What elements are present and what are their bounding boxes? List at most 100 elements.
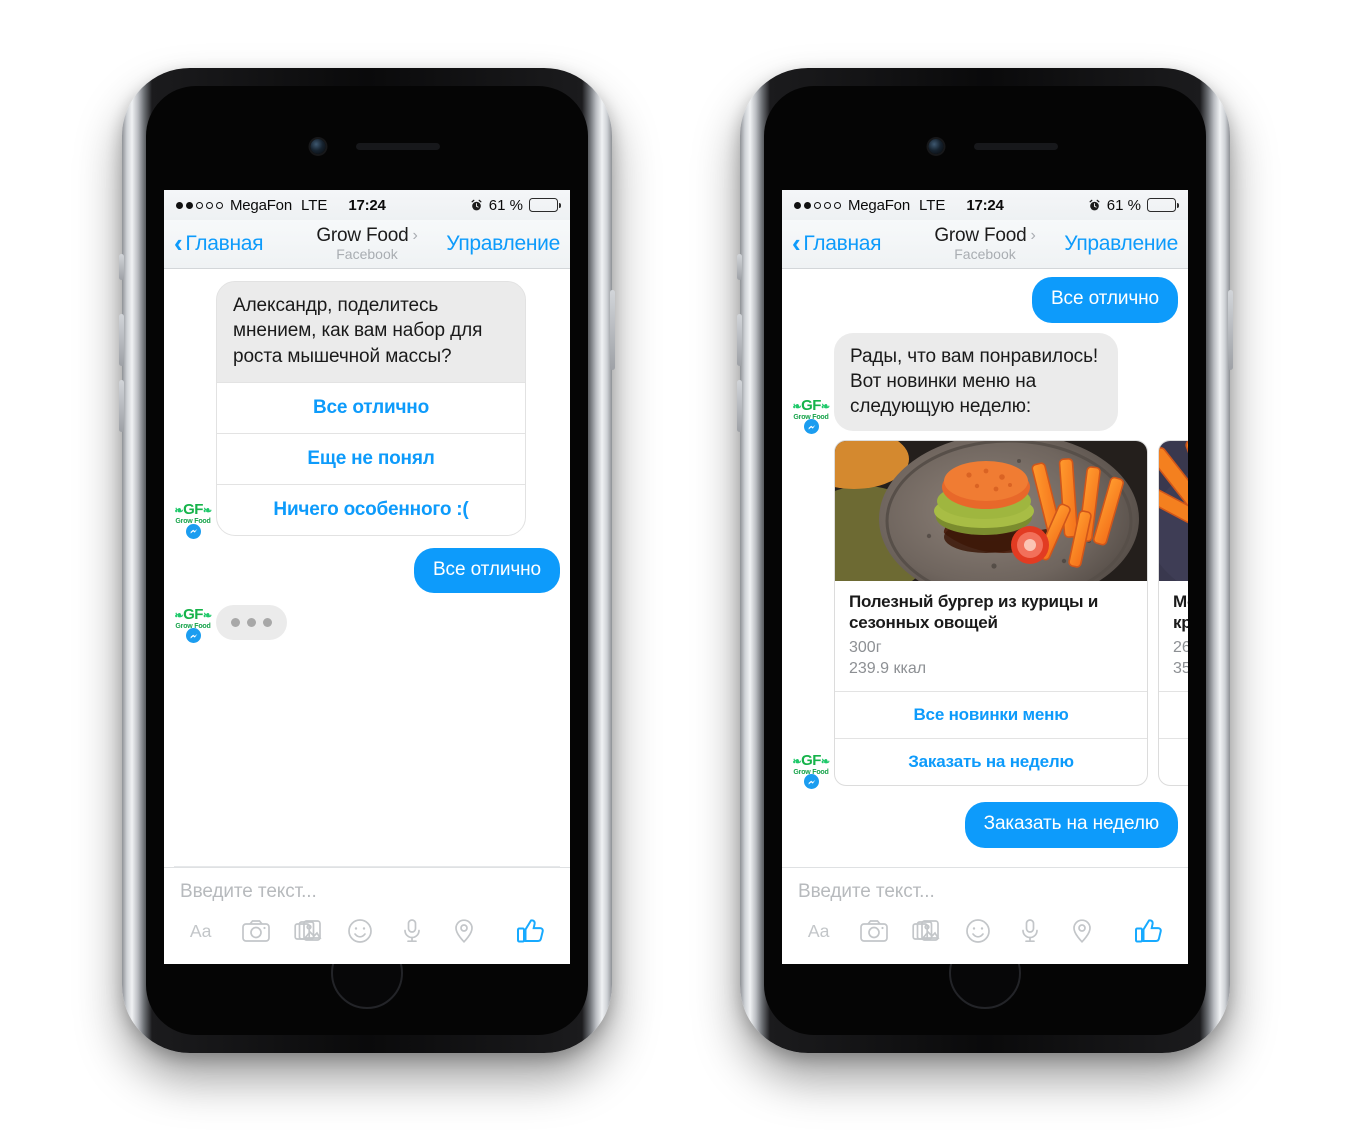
status-bar-clock: 17:24 [348,196,386,214]
phone-device-left: MegaFon LTE 17:24 61 % ‹ Главная Grow Fo… [119,68,615,1053]
microphone-icon[interactable] [1004,911,1056,951]
battery-icon [529,198,561,212]
conversation-title-block[interactable]: Grow Food › Facebook [316,226,418,262]
avatar: ❧GF❧ Grow Food [174,602,212,644]
leaf-icon: ❧ [792,400,802,413]
emoji-smiley-icon[interactable] [334,911,386,951]
avatar-monogram: ❧GF❧ [792,751,830,769]
earpiece-speaker [974,143,1058,150]
thumbs-up-icon[interactable] [1126,911,1172,951]
status-bar: MegaFon LTE 17:24 61 % [164,190,570,220]
volume-up-button[interactable] [119,314,124,366]
avatar: ❧GF❧ Grow Food [792,393,830,435]
back-button-label: Главная [185,232,264,255]
back-button[interactable]: ‹ Главная [174,227,264,258]
menu-card-title: Моркокремо [1173,592,1188,632]
volume-down-button[interactable] [737,380,742,432]
svg-text:Aa: Aa [808,921,830,941]
volume-down-button[interactable] [119,380,124,432]
menu-carousel[interactable]: Полезный бургер из курицы и сезонных ово… [834,440,1188,788]
leaf-icon: ❧ [820,755,830,768]
earpiece-speaker [356,143,440,150]
bot-message-bubble: Рады, что вам понравилось! Вот новинки м… [834,332,1118,432]
mute-switch[interactable] [737,254,742,280]
quick-reply-option-1[interactable]: Все отлично [217,381,525,433]
emoji-smiley-icon[interactable] [952,911,1004,951]
carrot-sticks-photo [1159,441,1188,582]
volume-up-button[interactable] [737,314,742,366]
battery-percent-label: 61 % [488,196,523,214]
mute-switch[interactable] [119,254,124,280]
network-type-label: LTE [918,196,946,214]
svg-text:Aa: Aa [190,921,212,941]
chat-thread-left[interactable]: ❧GF❧ Grow Food Александр, поделитесь мне… [164,269,570,867]
thumbs-up-icon[interactable] [508,911,554,951]
manage-button[interactable]: Управление [1064,232,1178,256]
signal-strength-icon [176,201,223,209]
location-pin-icon[interactable] [438,911,490,951]
message-input[interactable]: Введите текст... [782,868,1188,903]
alarm-clock-icon [471,199,482,210]
text-format-icon[interactable]: Aa [178,911,230,951]
photo-gallery-icon[interactable] [282,911,334,951]
front-camera-icon [310,139,326,154]
menu-card-calories: 355.3 к [1173,659,1188,677]
food-photo-illustration [835,441,1147,582]
phone-device-right: MegaFon LTE 17:24 61 % ‹ Главная Grow Fo… [737,68,1233,1053]
conversation-subtitle: Facebook [954,246,1016,263]
all-new-menu-button[interactable] [1159,691,1188,738]
conversation-title-block[interactable]: Grow Food › Facebook [934,226,1036,263]
menu-card[interactable]: Полезный бургер из курицы и сезонных ово… [834,440,1148,787]
menu-card-body: Полезный бургер из курицы и сезонных ово… [835,581,1147,691]
quick-reply-option-2[interactable]: Еще не понял [217,432,525,484]
menu-card-weight: 300г [849,639,882,657]
order-week-button[interactable] [1159,738,1188,785]
user-message-bubble[interactable]: Заказать на неделю [964,802,1178,848]
phone-screen-right: MegaFon LTE 17:24 61 % ‹ Главная Grow Fo… [782,190,1188,964]
message-row: Все отлично [164,547,570,594]
user-message-bubble[interactable]: Все отлично [413,547,560,594]
messenger-badge-icon [804,774,819,790]
user-message-bubble[interactable]: Все отлично [1031,277,1178,323]
menu-card-title: Полезный бургер из курицы и сезонных ово… [849,592,1099,632]
navigation-bar: ‹ Главная Grow Food › Facebook Управлени… [782,220,1188,269]
front-camera-icon [928,139,944,154]
camera-icon[interactable] [848,911,900,951]
status-bar-left: MegaFon LTE [794,197,945,214]
quick-reply-option-3[interactable]: Ничего особенного :( [217,483,525,535]
carrier-label: MegaFon [230,196,292,214]
status-bar-right: 61 % [470,196,561,214]
food-photo-illustration [1159,441,1188,582]
photo-gallery-icon[interactable] [900,911,952,951]
chat-thread-right[interactable]: Все отлично ❧GF❧ Grow Food Рады, что вам… [782,269,1188,867]
order-week-button[interactable]: Заказать на неделю [835,738,1147,785]
microphone-icon[interactable] [386,911,438,951]
message-input[interactable]: Введите текст... [164,868,570,903]
messenger-badge-icon [804,419,819,435]
menu-card-body: Моркокремо 260г 355.3 к [1159,581,1188,691]
camera-icon[interactable] [230,911,282,951]
alarm-clock-icon [1089,199,1100,210]
page-title: Grow Food › [316,226,418,246]
back-button[interactable]: ‹ Главная [792,230,882,256]
battery-icon [1147,198,1179,212]
messenger-bolt-icon [808,779,815,785]
battery-percent-label: 61 % [1106,196,1141,214]
text-format-icon[interactable]: Aa [796,911,848,951]
power-button[interactable] [610,290,615,370]
phone-screen-left: MegaFon LTE 17:24 61 % ‹ Главная Grow Fo… [164,190,570,964]
avatar: ❧GF❧ Grow Food [792,748,830,790]
phone-bezel: MegaFon LTE 17:24 61 % ‹ Главная Grow Fo… [146,86,588,1035]
manage-button[interactable]: Управление [446,232,560,256]
bot-question-text: Александр, поделитесь мнением, как вам н… [217,282,525,382]
all-new-menu-button[interactable]: Все новинки меню [835,691,1147,738]
back-button-label: Главная [803,232,882,255]
message-row: ❧GF❧ Grow Food Александр, поделитесь мне… [164,281,570,539]
chevron-left-icon: ‹ [174,227,183,258]
leaf-icon: ❧ [174,609,184,622]
message-row: Заказать на неделю [782,802,1188,848]
location-pin-icon[interactable] [1056,911,1108,951]
menu-card[interactable]: Моркокремо 260г 355.3 к [1158,440,1188,787]
power-button[interactable] [1228,290,1233,370]
composer-toolbar: Aa [164,903,570,951]
